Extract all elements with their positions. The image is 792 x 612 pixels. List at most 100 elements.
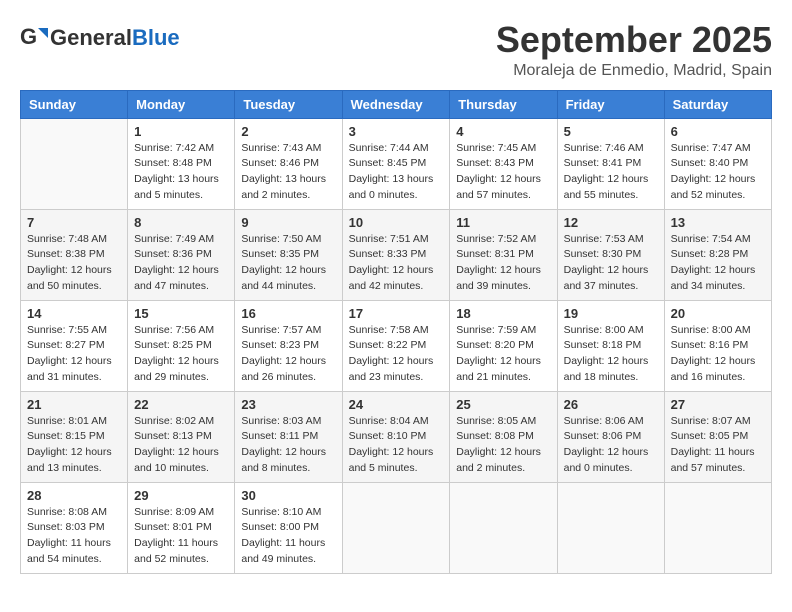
day-info: Sunrise: 7:45 AM Sunset: 8:43 PM Dayligh… bbox=[456, 141, 550, 204]
day-info: Sunrise: 8:06 AM Sunset: 8:06 PM Dayligh… bbox=[564, 414, 658, 477]
calendar-cell: 21Sunrise: 8:01 AM Sunset: 8:15 PM Dayli… bbox=[21, 391, 128, 482]
calendar-cell bbox=[557, 482, 664, 573]
calendar-cell: 16Sunrise: 7:57 AM Sunset: 8:23 PM Dayli… bbox=[235, 300, 342, 391]
calendar-cell: 6 Sunrise: 7:47 AM Sunset: 8:40 PM Daylig… bbox=[664, 118, 771, 209]
logo-general: General bbox=[50, 25, 132, 51]
day-number: 7 bbox=[27, 215, 121, 230]
day-number: 2 bbox=[241, 124, 335, 139]
calendar-week-row: 28Sunrise: 8:08 AM Sunset: 8:03 PM Dayli… bbox=[21, 482, 772, 573]
calendar-week-row: 7 Sunrise: 7:48 AM Sunset: 8:38 PM Daylig… bbox=[21, 209, 772, 300]
calendar-cell: 24 Sunrise: 8:04 AM Sunset: 8:10 PM Dayli… bbox=[342, 391, 450, 482]
day-of-week-header: Friday bbox=[557, 90, 664, 118]
calendar-week-row: 14 Sunrise: 7:55 AM Sunset: 8:27 PM Dayli… bbox=[21, 300, 772, 391]
month-title: September 2025 bbox=[496, 20, 772, 60]
day-info: Sunrise: 7:46 AM Sunset: 8:41 PM Dayligh… bbox=[564, 141, 658, 204]
day-info: Sunrise: 7:44 AM Sunset: 8:45 PM Dayligh… bbox=[349, 141, 444, 204]
calendar-cell: 3Sunrise: 7:44 AM Sunset: 8:45 PM Daylig… bbox=[342, 118, 450, 209]
day-info: Sunrise: 7:57 AM Sunset: 8:23 PM Dayligh… bbox=[241, 323, 335, 386]
calendar-cell: 25 Sunrise: 8:05 AM Sunset: 8:08 PM Dayli… bbox=[450, 391, 557, 482]
day-number: 23 bbox=[241, 397, 335, 412]
day-info: Sunrise: 7:52 AM Sunset: 8:31 PM Dayligh… bbox=[456, 232, 550, 295]
calendar-cell: 11Sunrise: 7:52 AM Sunset: 8:31 PM Dayli… bbox=[450, 209, 557, 300]
day-info: Sunrise: 8:02 AM Sunset: 8:13 PM Dayligh… bbox=[134, 414, 228, 477]
calendar-cell: 18Sunrise: 7:59 AM Sunset: 8:20 PM Dayli… bbox=[450, 300, 557, 391]
day-of-week-header: Sunday bbox=[21, 90, 128, 118]
calendar-cell: 9 Sunrise: 7:50 AM Sunset: 8:35 PM Daylig… bbox=[235, 209, 342, 300]
day-of-week-header: Tuesday bbox=[235, 90, 342, 118]
day-of-week-header: Thursday bbox=[450, 90, 557, 118]
day-number: 15 bbox=[134, 306, 228, 321]
calendar-cell: 4 Sunrise: 7:45 AM Sunset: 8:43 PM Daylig… bbox=[450, 118, 557, 209]
day-number: 25 bbox=[456, 397, 550, 412]
day-number: 20 bbox=[671, 306, 765, 321]
day-info: Sunrise: 8:05 AM Sunset: 8:08 PM Dayligh… bbox=[456, 414, 550, 477]
day-info: Sunrise: 8:09 AM Sunset: 8:01 PM Dayligh… bbox=[134, 505, 228, 568]
day-info: Sunrise: 7:55 AM Sunset: 8:27 PM Dayligh… bbox=[27, 323, 121, 386]
location-title: Moraleja de Enmedio, Madrid, Spain bbox=[496, 62, 772, 80]
calendar-cell bbox=[21, 118, 128, 209]
calendar-cell: 17Sunrise: 7:58 AM Sunset: 8:22 PM Dayli… bbox=[342, 300, 450, 391]
day-number: 6 bbox=[671, 124, 765, 139]
calendar-cell: 23 Sunrise: 8:03 AM Sunset: 8:11 PM Dayli… bbox=[235, 391, 342, 482]
day-number: 18 bbox=[456, 306, 550, 321]
day-number: 28 bbox=[27, 488, 121, 503]
day-number: 19 bbox=[564, 306, 658, 321]
day-info: Sunrise: 8:04 AM Sunset: 8:10 PM Dayligh… bbox=[349, 414, 444, 477]
day-number: 10 bbox=[349, 215, 444, 230]
day-number: 4 bbox=[456, 124, 550, 139]
title-area: September 2025 Moraleja de Enmedio, Madr… bbox=[496, 20, 772, 80]
day-info: Sunrise: 7:54 AM Sunset: 8:28 PM Dayligh… bbox=[671, 232, 765, 295]
day-number: 24 bbox=[349, 397, 444, 412]
calendar-cell: 15Sunrise: 7:56 AM Sunset: 8:25 PM Dayli… bbox=[128, 300, 235, 391]
day-info: Sunrise: 8:00 AM Sunset: 8:18 PM Dayligh… bbox=[564, 323, 658, 386]
calendar-cell: 12 Sunrise: 7:53 AM Sunset: 8:30 PM Dayli… bbox=[557, 209, 664, 300]
logo-blue: Blue bbox=[132, 25, 180, 51]
day-number: 26 bbox=[564, 397, 658, 412]
day-number: 30 bbox=[241, 488, 335, 503]
day-info: Sunrise: 7:53 AM Sunset: 8:30 PM Dayligh… bbox=[564, 232, 658, 295]
logo-icon: G bbox=[20, 24, 48, 52]
day-info: Sunrise: 7:51 AM Sunset: 8:33 PM Dayligh… bbox=[349, 232, 444, 295]
calendar-cell bbox=[342, 482, 450, 573]
calendar-cell: 1 Sunrise: 7:42 AM Sunset: 8:48 PM Daylig… bbox=[128, 118, 235, 209]
day-number: 13 bbox=[671, 215, 765, 230]
calendar-header: SundayMondayTuesdayWednesdayThursdayFrid… bbox=[21, 90, 772, 118]
day-info: Sunrise: 7:49 AM Sunset: 8:36 PM Dayligh… bbox=[134, 232, 228, 295]
day-number: 22 bbox=[134, 397, 228, 412]
calendar-body: 1 Sunrise: 7:42 AM Sunset: 8:48 PM Daylig… bbox=[21, 118, 772, 573]
day-number: 27 bbox=[671, 397, 765, 412]
header: G GeneralBlue September 2025 Moraleja de… bbox=[20, 20, 772, 80]
calendar-cell: 19 Sunrise: 8:00 AM Sunset: 8:18 PM Dayli… bbox=[557, 300, 664, 391]
calendar-cell: 20 Sunrise: 8:00 AM Sunset: 8:16 PM Dayli… bbox=[664, 300, 771, 391]
calendar-cell: 13 Sunrise: 7:54 AM Sunset: 8:28 PM Dayli… bbox=[664, 209, 771, 300]
calendar-cell: 10 Sunrise: 7:51 AM Sunset: 8:33 PM Dayli… bbox=[342, 209, 450, 300]
day-number: 17 bbox=[349, 306, 444, 321]
calendar-cell: 28Sunrise: 8:08 AM Sunset: 8:03 PM Dayli… bbox=[21, 482, 128, 573]
day-of-week-header: Monday bbox=[128, 90, 235, 118]
day-info: Sunrise: 7:48 AM Sunset: 8:38 PM Dayligh… bbox=[27, 232, 121, 295]
day-info: Sunrise: 8:01 AM Sunset: 8:15 PM Dayligh… bbox=[27, 414, 121, 477]
calendar-cell: 7 Sunrise: 7:48 AM Sunset: 8:38 PM Daylig… bbox=[21, 209, 128, 300]
calendar: SundayMondayTuesdayWednesdayThursdayFrid… bbox=[20, 90, 772, 574]
calendar-cell: 26 Sunrise: 8:06 AM Sunset: 8:06 PM Dayli… bbox=[557, 391, 664, 482]
calendar-cell: 27 Sunrise: 8:07 AM Sunset: 8:05 PM Dayli… bbox=[664, 391, 771, 482]
day-info: Sunrise: 8:07 AM Sunset: 8:05 PM Dayligh… bbox=[671, 414, 765, 477]
day-number: 9 bbox=[241, 215, 335, 230]
calendar-cell: 22 Sunrise: 8:02 AM Sunset: 8:13 PM Dayli… bbox=[128, 391, 235, 482]
day-info: Sunrise: 7:50 AM Sunset: 8:35 PM Dayligh… bbox=[241, 232, 335, 295]
svg-text:G: G bbox=[20, 24, 37, 49]
day-number: 14 bbox=[27, 306, 121, 321]
day-info: Sunrise: 7:42 AM Sunset: 8:48 PM Dayligh… bbox=[134, 141, 228, 204]
calendar-week-row: 21Sunrise: 8:01 AM Sunset: 8:15 PM Dayli… bbox=[21, 391, 772, 482]
day-number: 1 bbox=[134, 124, 228, 139]
day-of-week-header: Saturday bbox=[664, 90, 771, 118]
calendar-cell: 5Sunrise: 7:46 AM Sunset: 8:41 PM Daylig… bbox=[557, 118, 664, 209]
calendar-cell: 8 Sunrise: 7:49 AM Sunset: 8:36 PM Daylig… bbox=[128, 209, 235, 300]
day-info: Sunrise: 8:00 AM Sunset: 8:16 PM Dayligh… bbox=[671, 323, 765, 386]
calendar-cell bbox=[450, 482, 557, 573]
day-info: Sunrise: 7:47 AM Sunset: 8:40 PM Dayligh… bbox=[671, 141, 765, 204]
day-number: 12 bbox=[564, 215, 658, 230]
day-number: 8 bbox=[134, 215, 228, 230]
calendar-cell: 2Sunrise: 7:43 AM Sunset: 8:46 PM Daylig… bbox=[235, 118, 342, 209]
day-info: Sunrise: 8:03 AM Sunset: 8:11 PM Dayligh… bbox=[241, 414, 335, 477]
